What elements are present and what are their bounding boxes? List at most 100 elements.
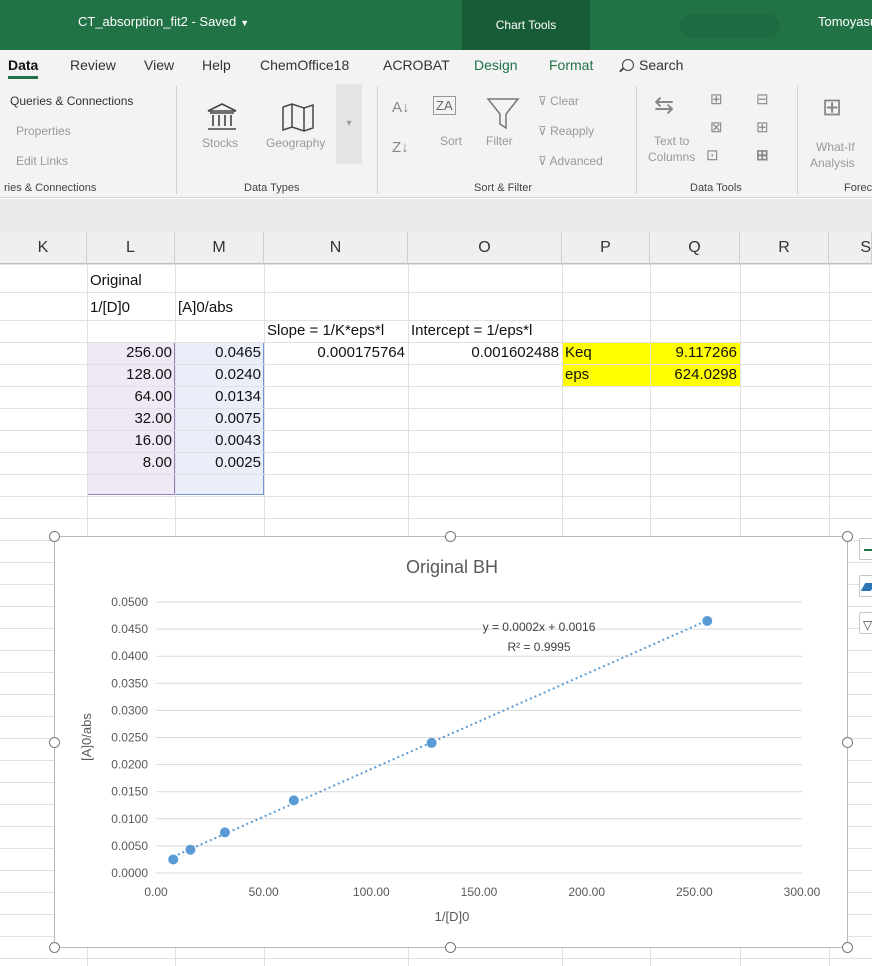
chart-resize-handle[interactable] bbox=[842, 737, 853, 748]
flash-fill-icon[interactable]: ⊞ bbox=[710, 92, 723, 107]
column-header-k[interactable]: K bbox=[0, 232, 87, 264]
cell-m-row-1[interactable]: 0.0465 bbox=[175, 342, 264, 364]
data-types-more-button[interactable]: ▾ bbox=[336, 84, 362, 164]
y-tick-label: 0.0450 bbox=[111, 622, 148, 636]
cell-l-row-4[interactable]: 32.00 bbox=[87, 408, 175, 430]
cell-p-eps-label[interactable]: eps bbox=[565, 364, 589, 386]
cell-q-eps-value[interactable]: 624.0298 bbox=[650, 364, 740, 386]
data-point[interactable] bbox=[185, 844, 196, 855]
column-header-q[interactable]: Q bbox=[650, 232, 740, 264]
cell-m-row-4[interactable]: 0.0075 bbox=[175, 408, 264, 430]
tab-chemoffice[interactable]: ChemOffice18 bbox=[260, 57, 349, 73]
tab-help[interactable]: Help bbox=[202, 57, 231, 73]
column-header-o[interactable]: O bbox=[408, 232, 562, 264]
tab-search[interactable]: Search bbox=[622, 57, 683, 73]
clear-button[interactable]: ⊽ Clear bbox=[538, 94, 579, 108]
text-to-label[interactable]: Text to bbox=[654, 134, 689, 148]
columns-label[interactable]: Columns bbox=[648, 150, 695, 164]
chart-resize-handle[interactable] bbox=[842, 942, 853, 953]
geography-button[interactable]: Geography bbox=[266, 136, 325, 150]
y-tick-label: 0.0050 bbox=[111, 839, 148, 853]
user-name[interactable]: Tomoyasu bbox=[818, 14, 872, 29]
advanced-button[interactable]: ⊽ Advanced bbox=[538, 154, 603, 168]
edit-links-button[interactable]: Edit Links bbox=[16, 154, 68, 168]
chart-resize-handle[interactable] bbox=[445, 942, 456, 953]
cell-l-row-6[interactable]: 8.00 bbox=[87, 452, 175, 474]
x-tick-label: 200.00 bbox=[568, 885, 605, 899]
y-tick-label: 0.0350 bbox=[111, 676, 148, 690]
y-tick-label: 0.0100 bbox=[111, 812, 148, 826]
filter-button[interactable]: Filter bbox=[486, 134, 513, 148]
brush-icon bbox=[860, 583, 872, 591]
tab-design[interactable]: Design bbox=[474, 57, 518, 73]
chart-filters-button[interactable]: ▽ bbox=[859, 612, 872, 634]
cell-l-original[interactable]: Original bbox=[90, 270, 142, 292]
tab-data[interactable]: Data bbox=[8, 57, 39, 79]
data-validation-icon[interactable]: ⊡ bbox=[706, 148, 719, 163]
trendline-r-squared[interactable]: R² = 0.9995 bbox=[507, 640, 570, 654]
tab-view[interactable]: View bbox=[144, 57, 174, 73]
consolidate-icon[interactable]: ⊟ bbox=[756, 92, 769, 107]
column-header-p[interactable]: P bbox=[562, 232, 650, 264]
chart-elements-button[interactable] bbox=[859, 538, 872, 560]
cell-q-keq-value[interactable]: 9.117266 bbox=[650, 342, 740, 364]
data-model-icon[interactable]: ⊞ bbox=[756, 148, 769, 163]
row-gridline bbox=[0, 364, 872, 365]
chart-tools-label: Chart Tools bbox=[462, 0, 590, 50]
properties-button[interactable]: Properties bbox=[16, 124, 71, 138]
cell-m-row-5[interactable]: 0.0043 bbox=[175, 430, 264, 452]
cell-m-row-2[interactable]: 0.0240 bbox=[175, 364, 264, 386]
what-if-label[interactable]: What-If bbox=[816, 140, 855, 154]
document-title[interactable]: CT_absorption_fit2 - Saved ▼ bbox=[78, 14, 249, 29]
chart-resize-handle[interactable] bbox=[445, 531, 456, 542]
reapply-button[interactable]: ⊽ Reapply bbox=[538, 124, 594, 138]
stocks-button[interactable]: Stocks bbox=[202, 136, 238, 150]
data-point[interactable] bbox=[168, 854, 179, 865]
data-point[interactable] bbox=[219, 827, 230, 838]
ribbon-divider bbox=[176, 86, 177, 194]
sort-descending-icon[interactable]: Z↓ bbox=[392, 140, 409, 155]
tab-format[interactable]: Format bbox=[549, 57, 593, 73]
remove-duplicates-icon[interactable]: ⊠ bbox=[710, 120, 723, 135]
chart-original-bh[interactable]: Original BH 0.00 50.00 100.00 150.00 200.00 2… bbox=[54, 536, 848, 948]
column-header-l[interactable]: L bbox=[87, 232, 175, 264]
column-header-m[interactable]: M bbox=[175, 232, 264, 264]
cell-l-row-1[interactable]: 256.00 bbox=[87, 342, 175, 364]
queries-connections-button[interactable]: Queries & Connections bbox=[10, 94, 133, 108]
column-header-s[interactable]: S bbox=[829, 232, 872, 264]
title-search-box[interactable] bbox=[680, 14, 780, 38]
chart-resize-handle[interactable] bbox=[49, 531, 60, 542]
cell-o-intercept-value[interactable]: 0.001602488 bbox=[408, 342, 562, 364]
data-point[interactable] bbox=[702, 615, 713, 626]
cell-l-row-3[interactable]: 64.00 bbox=[87, 386, 175, 408]
cell-n-slope-label[interactable]: Slope = 1/K*eps*l bbox=[267, 320, 384, 342]
excel-window: CT_absorption_fit2 - Saved ▼ Chart Tools … bbox=[0, 0, 872, 966]
cell-p-keq-label[interactable]: Keq bbox=[565, 342, 592, 364]
chart-styles-button[interactable] bbox=[859, 575, 872, 597]
chart-resize-handle[interactable] bbox=[49, 942, 60, 953]
analysis-label[interactable]: Analysis bbox=[810, 156, 855, 170]
plus-icon bbox=[864, 549, 872, 551]
cell-l-header[interactable]: 1/[D]0 bbox=[90, 297, 130, 319]
column-header-n[interactable]: N bbox=[264, 232, 408, 264]
chart-resize-handle[interactable] bbox=[49, 737, 60, 748]
chart-resize-handle[interactable] bbox=[842, 531, 853, 542]
cell-l-row-2[interactable]: 128.00 bbox=[87, 364, 175, 386]
data-point[interactable] bbox=[288, 795, 299, 806]
trendline-equation[interactable]: y = 0.0002x + 0.0016 bbox=[483, 620, 596, 634]
tab-acrobat[interactable]: ACROBAT bbox=[383, 57, 450, 73]
sort-button[interactable]: Sort bbox=[440, 134, 462, 148]
cell-l-row-5[interactable]: 16.00 bbox=[87, 430, 175, 452]
column-header-r[interactable]: R bbox=[740, 232, 829, 264]
relationships-icon[interactable]: ⊞ bbox=[756, 120, 769, 135]
sort-ascending-icon[interactable]: A↓ bbox=[392, 100, 410, 115]
group-label-sort-filter: Sort & Filter bbox=[474, 182, 533, 194]
chevron-down-icon[interactable]: ▼ bbox=[240, 18, 249, 28]
cell-m-row-6[interactable]: 0.0025 bbox=[175, 452, 264, 474]
cell-m-header[interactable]: [A]0/abs bbox=[178, 297, 233, 319]
cell-o-intercept-label[interactable]: Intercept = 1/eps*l bbox=[411, 320, 532, 342]
cell-m-row-3[interactable]: 0.0134 bbox=[175, 386, 264, 408]
cell-n-slope-value[interactable]: 0.000175764 bbox=[264, 342, 408, 364]
tab-review[interactable]: Review bbox=[70, 57, 116, 73]
data-point[interactable] bbox=[426, 737, 437, 748]
